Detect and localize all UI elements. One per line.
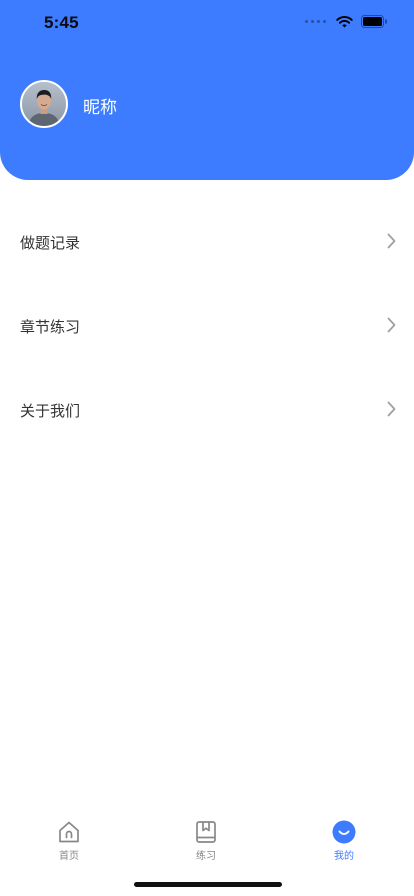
menu-item-chapter-practice[interactable]: 章节练习 [0, 296, 414, 356]
tab-home-label: 首页 [59, 851, 79, 862]
menu-item-label: 章节练习 [20, 318, 81, 336]
home-indicator[interactable] [134, 882, 282, 887]
cellular-signal-icon [305, 20, 326, 23]
tab-practice[interactable]: 练习 [156, 808, 256, 868]
nickname[interactable]: 昵称 [83, 93, 117, 118]
smile-icon [332, 820, 356, 844]
profile-header: 5:45 昵称 [0, 0, 414, 180]
menu-item-about-us[interactable]: 关于我们 [0, 380, 414, 440]
avatar-photo [22, 82, 66, 126]
home-icon [59, 821, 79, 843]
tab-practice-label: 练习 [196, 851, 216, 862]
menu-item-practice-records[interactable]: 做题记录 [0, 212, 414, 272]
status-time: 5:45 [44, 13, 79, 32]
avatar[interactable] [20, 80, 68, 128]
status-icons [305, 15, 388, 28]
status-bar: 5:45 [0, 0, 414, 46]
tab-mine-label: 我的 [334, 851, 354, 862]
tab-home[interactable]: 首页 [19, 808, 119, 868]
tab-mine[interactable]: 我的 [294, 808, 394, 868]
chevron-right-icon [387, 317, 396, 333]
battery-icon [361, 15, 387, 28]
wifi-icon [336, 15, 353, 27]
menu-item-label: 做题记录 [20, 234, 81, 252]
menu-item-label: 关于我们 [20, 402, 81, 420]
chevron-right-icon [387, 233, 396, 249]
chevron-right-icon [387, 401, 396, 417]
book-icon [196, 821, 216, 843]
tab-bar: 首页 练习 我的 [0, 808, 414, 868]
